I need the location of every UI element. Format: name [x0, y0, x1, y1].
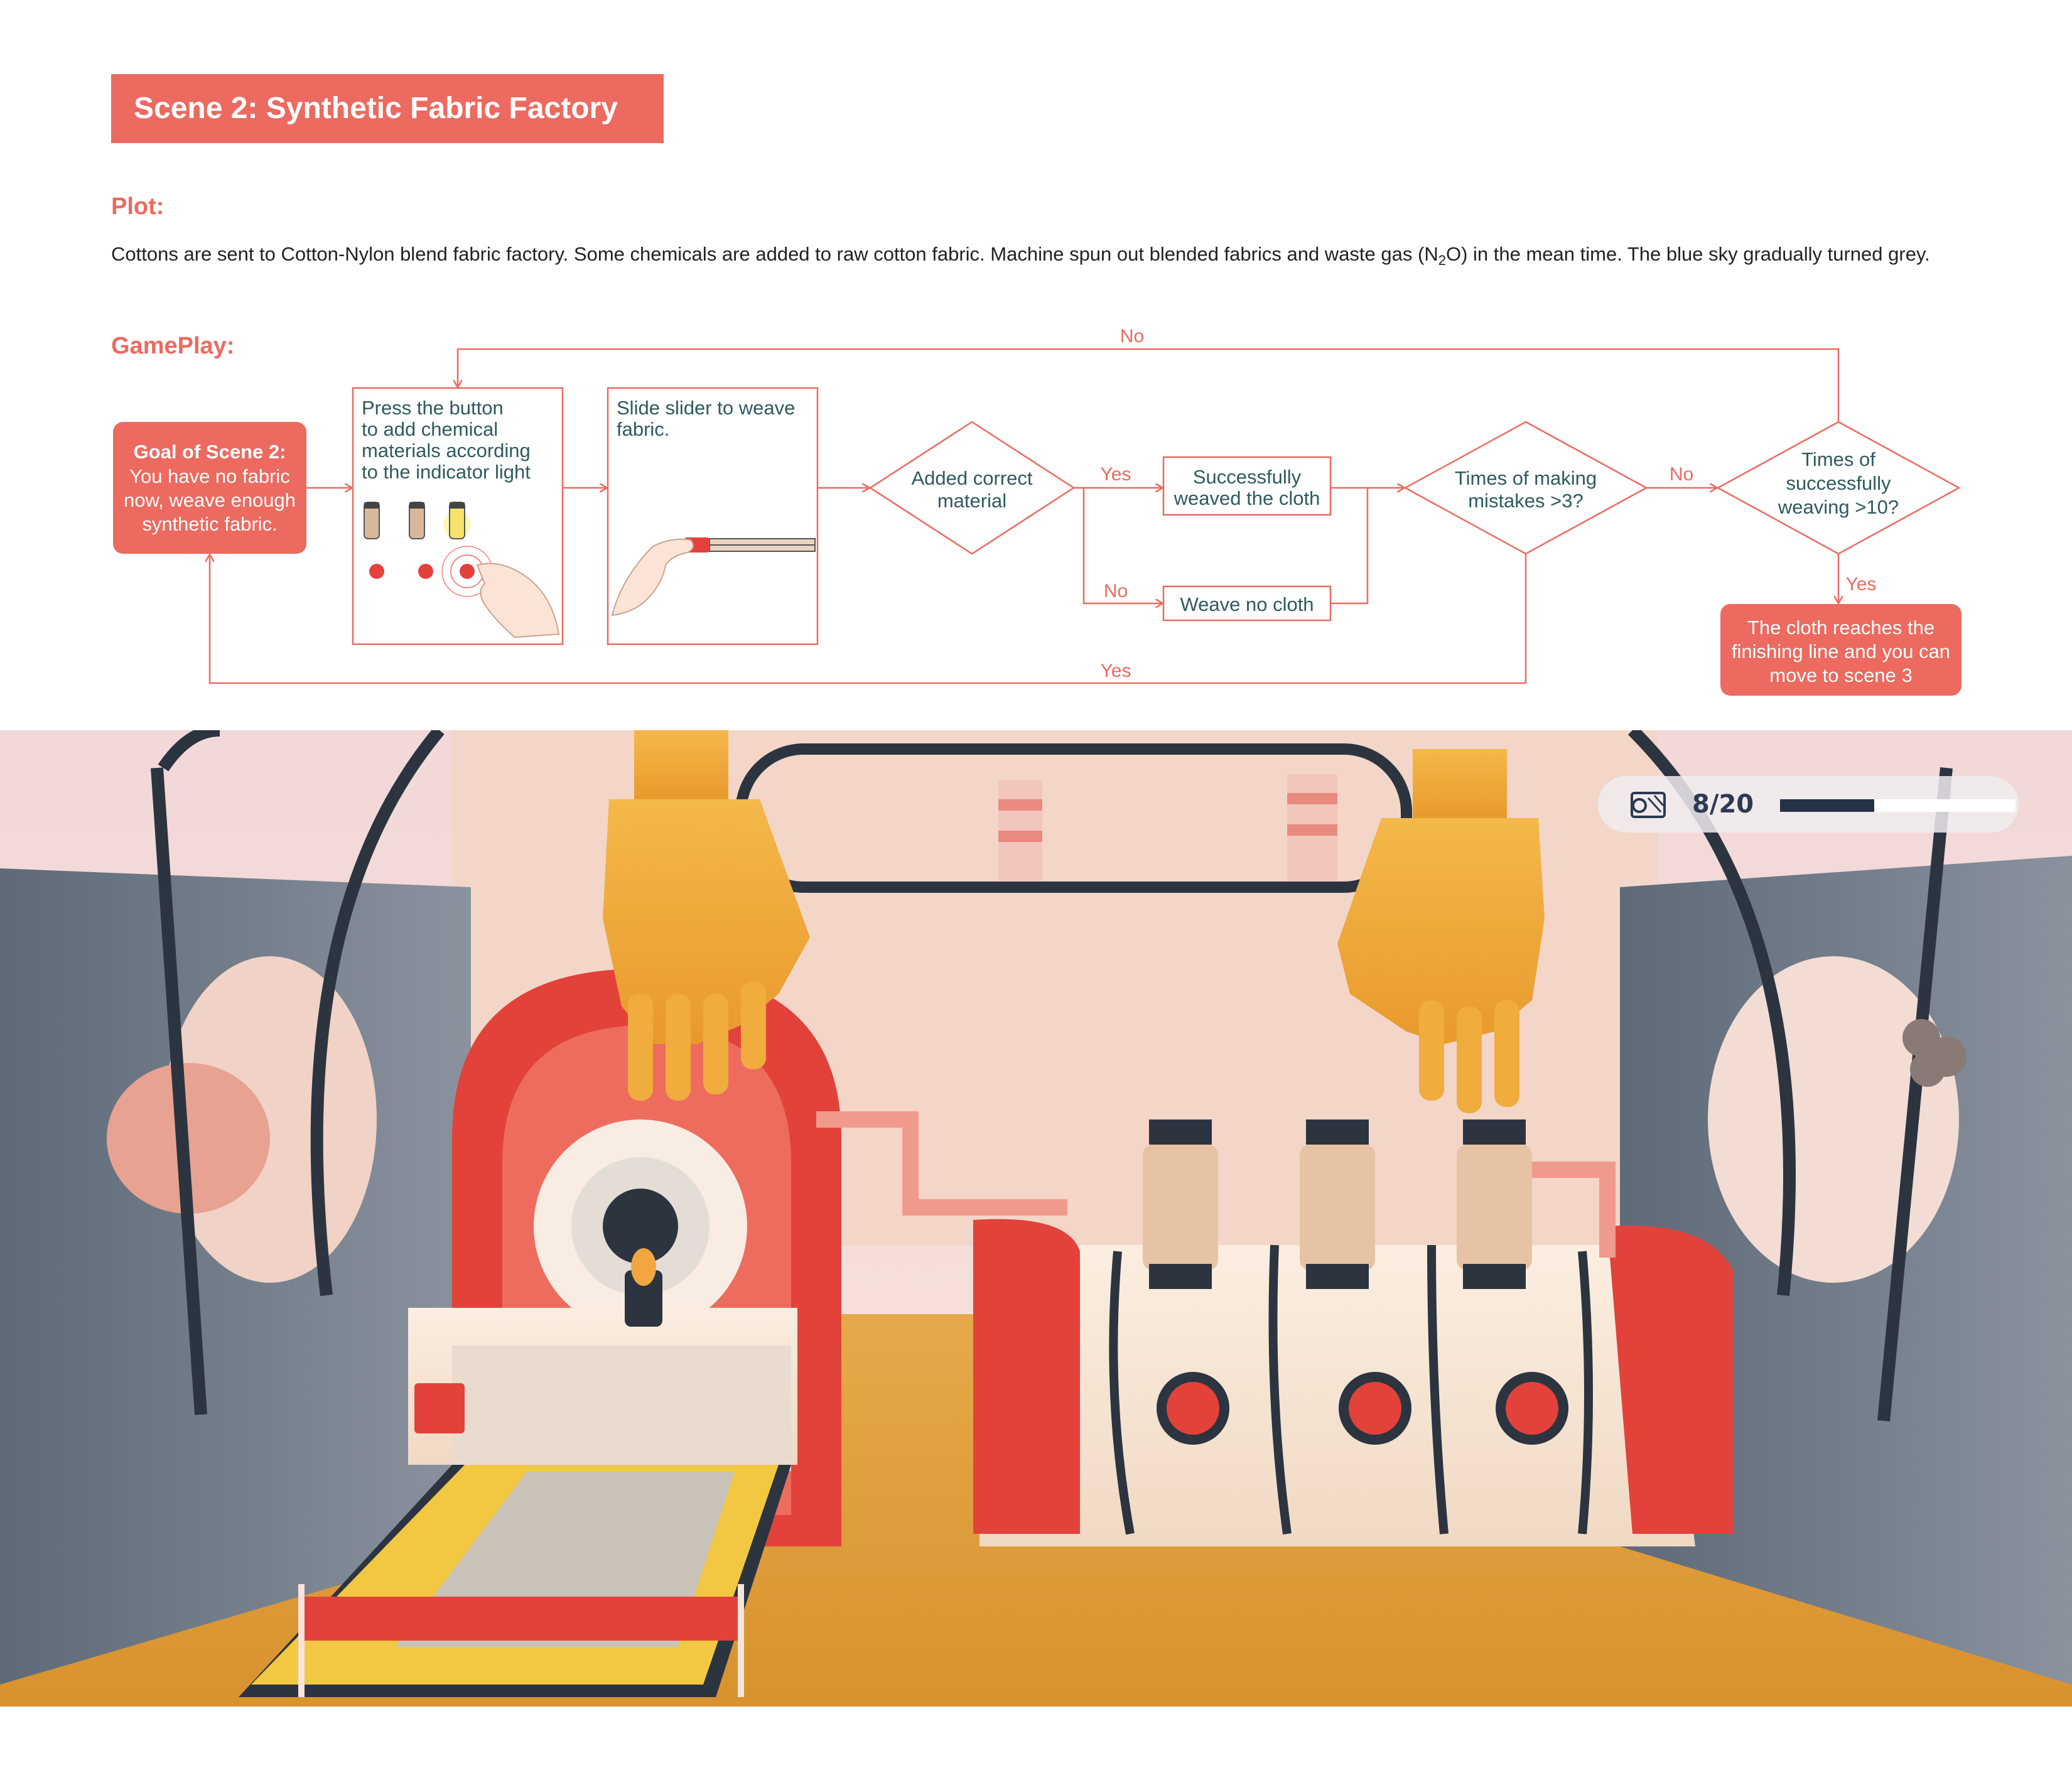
decision1-line-2: material: [937, 490, 1006, 512]
step2-line-1: Slide slider to weave: [617, 397, 795, 419]
decision1-line-1: Added correct: [912, 467, 1033, 489]
plot-paragraph: Cottons are sent to Cotton-Nylon blend f…: [111, 240, 1963, 275]
finish-line-2: finishing line and you can: [1732, 640, 1950, 662]
step1-line-4: to the indicator light: [362, 461, 531, 483]
goal-line-2: now, weave enough: [124, 489, 296, 511]
progress-counter: 8/20: [1692, 790, 1754, 819]
plot-text-part-1: Cottons are sent to Cotton-Nylon blend f…: [111, 243, 1438, 265]
red-button-icon: [1349, 1382, 1401, 1435]
weaving-machine: [408, 969, 841, 1546]
step-slide-slider-box: Slide slider to weave fabric.: [607, 387, 819, 645]
yes-label: Yes: [1846, 574, 1877, 595]
successfully-weaved-box: Successfully weaved the cloth: [1162, 456, 1332, 516]
scene-title: Scene 2: Synthetic Fabric Factory: [134, 92, 618, 125]
success-line-1: Successfully: [1193, 466, 1302, 488]
no-label: No: [1120, 326, 1144, 347]
success-line-2: weaved the cloth: [1174, 487, 1320, 509]
no-label: No: [1104, 581, 1128, 601]
goal-box: Goal of Scene 2: You have no fabric now,…: [113, 422, 306, 554]
plot-subscript: 2: [1438, 252, 1446, 269]
progress-hud: 8/20: [1598, 776, 2019, 833]
finish-line-1: The cloth reaches the: [1747, 617, 1934, 639]
step-press-button-box: Press the button to add chemical materia…: [352, 387, 564, 645]
decision-mistakes: Times of making mistakes >3?: [1403, 421, 1648, 555]
chemical-tank: [1143, 1119, 1532, 1289]
finish-line-3: move to scene 3: [1769, 664, 1912, 686]
goal-line-1: You have no fabric: [129, 465, 290, 487]
weave-no-cloth-box: Weave no cloth: [1162, 585, 1332, 622]
step1-line-1: Press the button: [362, 397, 504, 419]
no-cloth-label: Weave no cloth: [1180, 593, 1314, 615]
progress-bar-fill: [1780, 799, 1874, 812]
slider-icon: [684, 537, 816, 553]
decision2-line-1: Times of making: [1455, 467, 1597, 489]
yes-label: Yes: [1101, 661, 1131, 681]
decision-correct-material: Added correct material: [868, 421, 1076, 555]
no-label: No: [1670, 464, 1693, 485]
decision2-line-2: mistakes >3?: [1468, 490, 1584, 512]
step2-line-2: fabric.: [617, 418, 669, 440]
decision3-line-3: weaving >10?: [1778, 496, 1899, 518]
fabric-roll-icon: [1631, 792, 1666, 818]
red-button-icon: [1167, 1382, 1219, 1435]
decision-successful-weaving: Times of successfully weaving >10?: [1716, 421, 1961, 555]
plot-heading: Plot:: [111, 193, 165, 220]
gameplay-flowchart: Goal of Scene 2: You have no fabric now,…: [113, 326, 1961, 696]
yes-label: Yes: [1101, 464, 1131, 485]
scene-title-banner: Scene 2: Synthetic Fabric Factory: [111, 74, 664, 143]
plot-text-part-2: O) in the mean time. The blue sky gradua…: [1445, 243, 1930, 265]
step1-line-3: materials according: [362, 440, 531, 461]
decision3-line-1: Times of: [1801, 448, 1875, 470]
goal-line-3: synthetic fabric.: [142, 513, 277, 535]
decision3-line-2: successfully: [1786, 472, 1891, 494]
step1-line-2: to add chemical: [362, 418, 498, 440]
machine-button: [414, 1383, 465, 1433]
game-scene: [0, 730, 2072, 1707]
red-button-icon: [1506, 1382, 1558, 1435]
goal-title: Goal of Scene 2:: [134, 441, 286, 463]
progress-bar: [1780, 799, 2015, 812]
finish-box: The cloth reaches the finishing line and…: [1720, 604, 1961, 696]
